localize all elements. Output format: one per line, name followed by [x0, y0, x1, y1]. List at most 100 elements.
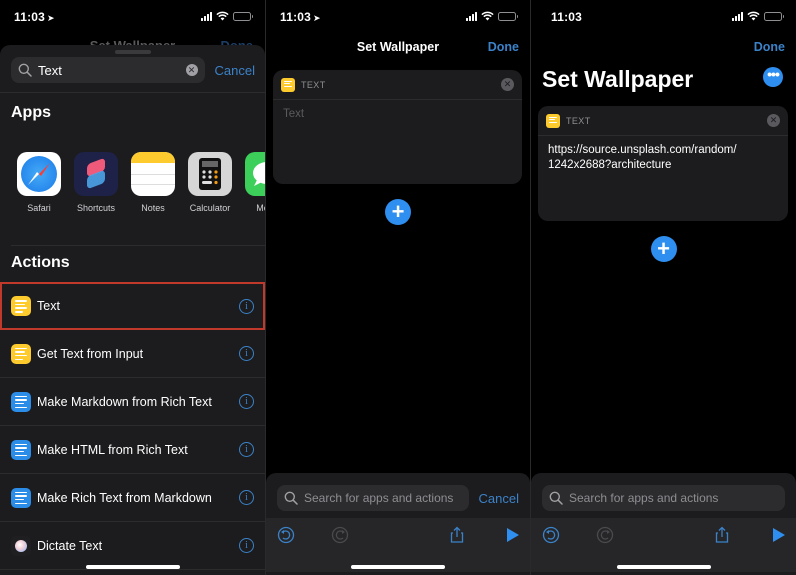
info-icon[interactable]: i [239, 298, 254, 314]
share-icon[interactable] [448, 526, 466, 544]
search-input[interactable]: Search for apps and actions [277, 485, 469, 511]
text-icon [11, 296, 31, 316]
add-action-button[interactable]: + [650, 236, 677, 262]
info-icon[interactable]: i [239, 394, 254, 409]
app-calculator[interactable]: Calculator [188, 152, 232, 213]
messages-icon [245, 152, 265, 196]
wifi-icon [216, 11, 229, 21]
action-make-html-from-rich-text[interactable]: Make HTML from Rich Text i [0, 426, 265, 474]
actions-list: Text i Get Text from Input i Make Markdo… [0, 282, 265, 570]
text-action-card[interactable]: TEXT ✕ https://source.unsplash.com/rando… [538, 106, 788, 221]
card-header-label: TEXT [566, 115, 591, 126]
cellular-signal-icon [466, 11, 477, 21]
action-dictate-text[interactable]: Dictate Text i [0, 522, 265, 570]
cellular-signal-icon [732, 11, 743, 21]
play-icon[interactable] [503, 526, 521, 544]
app-label: Notes [141, 203, 165, 213]
undo-icon[interactable] [542, 526, 560, 544]
search-placeholder: Search for apps and actions [569, 491, 719, 505]
cancel-button[interactable]: Cancel [215, 63, 255, 78]
status-time: 11:03 [14, 10, 46, 24]
home-indicator[interactable] [351, 565, 445, 569]
notes-icon [131, 152, 175, 196]
action-label: Make HTML from Rich Text [37, 442, 188, 457]
action-label: Dictate Text [37, 538, 103, 553]
status-bar: 11:03 ➤ [266, 0, 530, 34]
clear-search-icon[interactable]: ✕ [185, 64, 198, 76]
action-make-rich-text-from-markdown[interactable]: Make Rich Text from Markdown i [0, 474, 265, 522]
home-indicator[interactable] [616, 565, 711, 569]
remove-action-icon[interactable]: ✕ [501, 78, 514, 91]
text-icon [281, 77, 295, 92]
info-icon[interactable]: i [239, 538, 254, 553]
search-input[interactable]: Search for apps and actions [542, 485, 785, 511]
text-action-card[interactable]: TEXT ✕ Text [273, 70, 522, 184]
app-notes[interactable]: Notes [131, 152, 175, 213]
document-icon [11, 391, 31, 412]
actions-heading: Actions [11, 254, 70, 271]
battery-icon [764, 11, 784, 21]
text-icon [11, 343, 31, 364]
panel-action-search: 11:03➤ Set Wallpaper Done Text ✕ Cancel … [0, 0, 265, 575]
app-label: Mess [256, 203, 265, 213]
toolbar [266, 518, 530, 572]
redo-icon [596, 526, 614, 544]
divider [11, 245, 265, 246]
app-label: Calculator [189, 203, 231, 213]
more-options-icon[interactable]: ••• [763, 67, 783, 87]
location-arrow-icon: ➤ [313, 13, 321, 23]
action-make-markdown-from-rich-text[interactable]: Make Markdown from Rich Text i [0, 378, 265, 426]
redo-icon [331, 526, 349, 544]
search-value: Text [38, 62, 62, 78]
text-field[interactable]: Text [273, 100, 522, 129]
wifi-icon [481, 11, 494, 21]
action-label: Get Text from Input [37, 346, 144, 361]
app-label: Shortcuts [76, 203, 116, 213]
status-bar: 11:03 [531, 0, 796, 34]
app-shortcuts[interactable]: Shortcuts [74, 152, 118, 213]
status-bar: 11:03 ➤ [0, 0, 265, 34]
search-row: Text ✕ Cancel [11, 57, 255, 83]
done-button[interactable]: Done [754, 40, 785, 54]
card-header-label: TEXT [301, 79, 326, 90]
search-icon [549, 491, 563, 505]
bottom-drawer: Search for apps and actions Cancel [266, 473, 530, 575]
info-icon[interactable]: i [239, 442, 254, 457]
document-icon [11, 439, 31, 460]
page-title: Set Wallpaper [542, 66, 694, 92]
search-placeholder: Search for apps and actions [304, 491, 454, 505]
done-button[interactable]: Done [488, 40, 519, 54]
action-search-sheet: Text ✕ Cancel Apps Safari Shortcuts Note… [0, 45, 265, 575]
remove-action-icon[interactable]: ✕ [767, 114, 780, 127]
apps-heading: Apps [11, 104, 51, 121]
cellular-signal-icon [201, 11, 212, 21]
shortcuts-icon [74, 152, 118, 196]
panel-editor-filled: 11:03 Done Set Wallpaper ••• TEXT ✕ http… [531, 0, 796, 575]
toolbar [531, 518, 796, 572]
add-action-button[interactable]: + [385, 199, 411, 225]
sheet-grabber[interactable] [114, 50, 151, 54]
dictate-icon [11, 535, 31, 556]
app-safari[interactable]: Safari [17, 152, 61, 213]
app-label: Safari [27, 203, 51, 213]
status-time: 11:03 [551, 10, 583, 24]
share-icon[interactable] [713, 526, 731, 544]
undo-icon[interactable] [277, 526, 295, 544]
search-input[interactable]: Text ✕ [11, 57, 205, 83]
document-icon [11, 487, 31, 508]
action-get-text-from-input[interactable]: Get Text from Input i [0, 330, 265, 378]
text-icon [546, 113, 560, 128]
battery-icon [233, 11, 253, 21]
divider [0, 92, 265, 93]
info-icon[interactable]: i [239, 490, 254, 505]
action-text[interactable]: Text i [0, 282, 265, 330]
cancel-button[interactable]: Cancel [479, 491, 519, 506]
text-field[interactable]: https://source.unsplash.com/random/ 1242… [538, 136, 788, 180]
action-label: Text [37, 299, 60, 313]
wifi-icon [747, 11, 760, 21]
play-icon[interactable] [769, 526, 787, 544]
info-icon[interactable]: i [239, 346, 254, 361]
calculator-icon [188, 152, 232, 196]
home-indicator[interactable] [85, 565, 180, 569]
app-messages[interactable]: Mess [245, 152, 265, 213]
